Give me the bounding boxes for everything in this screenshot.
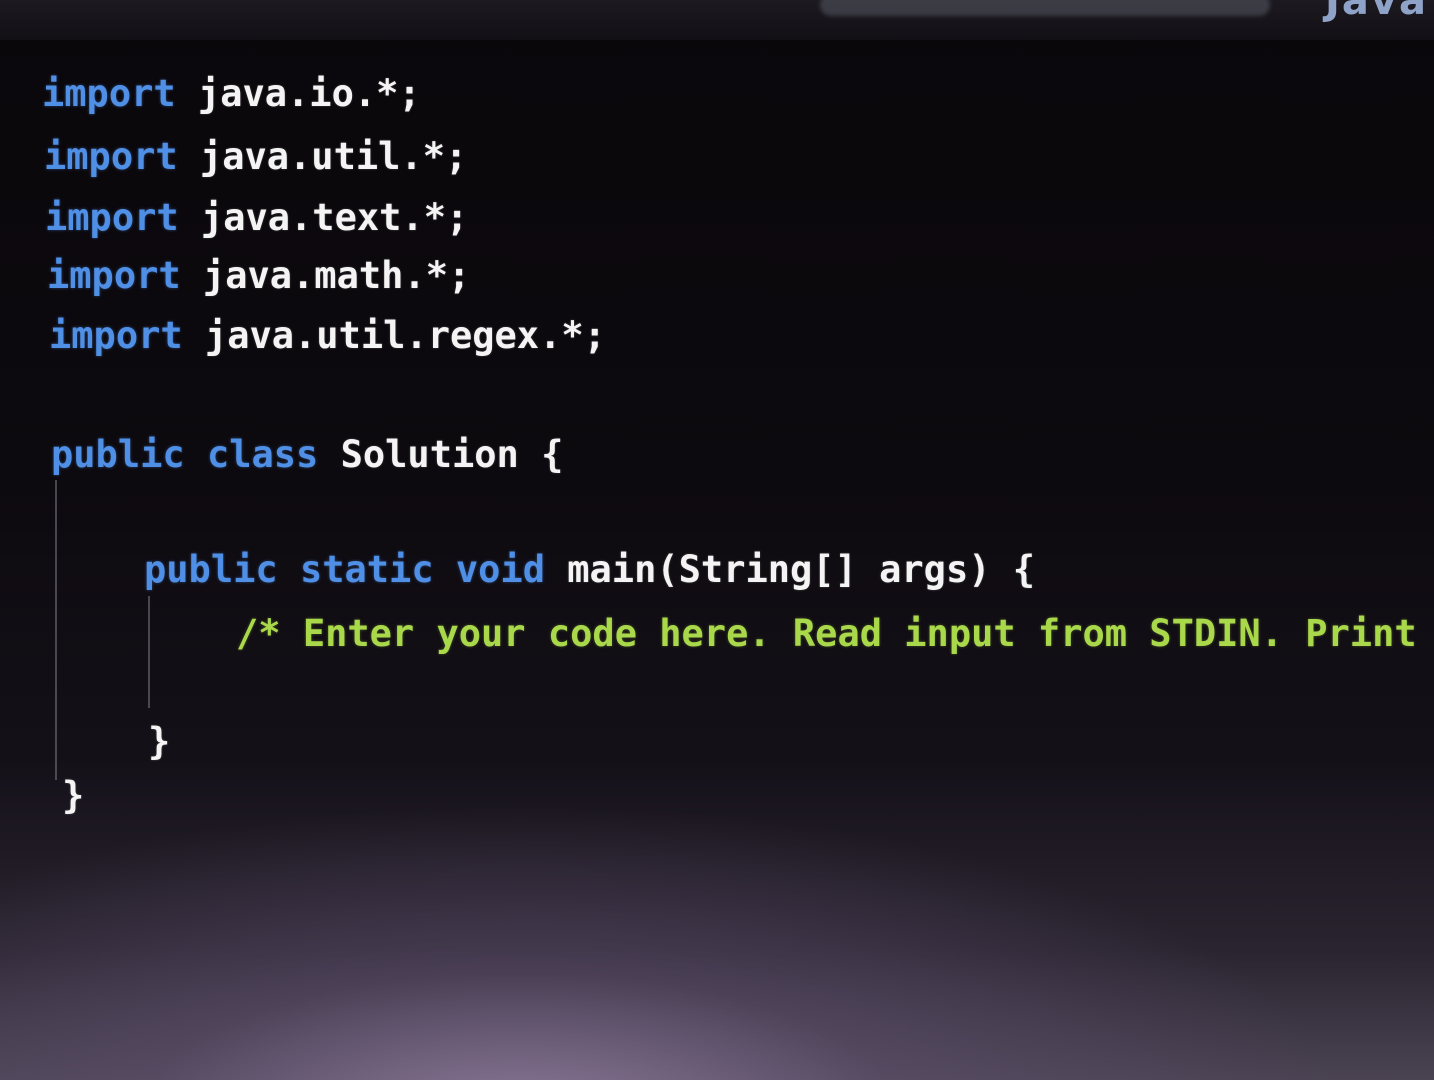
code-line-3: import java.text.*; bbox=[45, 196, 468, 240]
keyword-import: import bbox=[47, 254, 181, 297]
code-line-main-method: public static void main(String[] args) { bbox=[144, 548, 1035, 592]
closing-brace: } bbox=[62, 774, 85, 817]
indent-guide-inner bbox=[148, 596, 150, 708]
screen: Java import java.io.*; import java.util.… bbox=[0, 0, 1434, 1080]
import-path: java.util.regex.*; bbox=[182, 314, 606, 357]
keyword-import: import bbox=[42, 72, 176, 115]
keyword-public: public bbox=[144, 548, 278, 591]
keyword-class: class bbox=[206, 433, 319, 476]
code-line-2: import java.util.*; bbox=[44, 135, 467, 179]
code-editor[interactable]: import java.io.*; import java.util.*; im… bbox=[0, 40, 1434, 1080]
import-path: java.math.*; bbox=[180, 254, 471, 297]
keyword-static: static bbox=[299, 548, 434, 591]
editor-toolbar: Java bbox=[0, 0, 1434, 40]
closing-brace: } bbox=[148, 720, 171, 763]
code-line-close-method: } bbox=[148, 720, 170, 764]
keyword-public: public bbox=[51, 433, 185, 476]
keyword-void: void bbox=[455, 548, 545, 591]
language-selector[interactable]: Java bbox=[1325, 0, 1428, 24]
keyword-import: import bbox=[45, 196, 179, 239]
toolbar-blurred-controls bbox=[820, 0, 1270, 16]
code-line-1: import java.io.*; bbox=[42, 72, 421, 116]
method-signature: main(String[] args) { bbox=[544, 548, 1036, 591]
import-path: java.util.*; bbox=[177, 135, 468, 178]
code-line-5: import java.util.regex.*; bbox=[49, 314, 606, 358]
code-line-comment: /* Enter your code here. Read input from… bbox=[236, 612, 1434, 656]
import-path: java.io.*; bbox=[175, 72, 421, 115]
indent-guide-outer bbox=[55, 480, 57, 780]
code-line-class-declaration: public class Solution { bbox=[51, 433, 563, 477]
code-line-close-class: } bbox=[62, 774, 84, 818]
code-line-4: import java.math.*; bbox=[47, 254, 470, 298]
import-path: java.text.*; bbox=[178, 196, 469, 239]
keyword-import: import bbox=[44, 135, 178, 178]
class-name: Solution { bbox=[318, 433, 564, 476]
keyword-import: import bbox=[49, 314, 183, 357]
code-comment: /* Enter your code here. Read input from… bbox=[236, 612, 1417, 655]
